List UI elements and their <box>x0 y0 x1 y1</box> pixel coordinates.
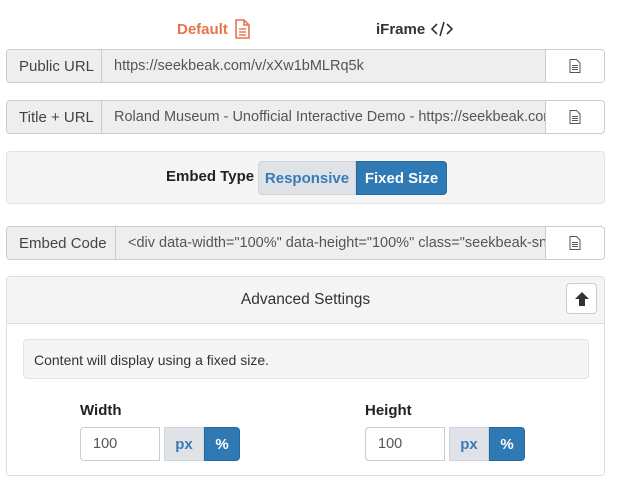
tab-iframe[interactable]: iFrame <box>376 16 454 42</box>
copy-embed-code-button[interactable] <box>545 227 604 259</box>
advanced-settings-header: Advanced Settings <box>7 277 604 324</box>
height-input[interactable]: 100 <box>365 427 445 461</box>
embed-type-fixed-size-button[interactable]: Fixed Size <box>356 161 447 195</box>
collapse-advanced-button[interactable] <box>566 283 597 314</box>
arrow-up-icon <box>574 291 589 306</box>
title-url-group: Title + URL Roland Museum - Unofficial I… <box>6 100 605 134</box>
embed-code-label: Embed Code <box>7 227 116 259</box>
public-url-field[interactable]: https://seekbeak.com/v/xXw1bMLRq5k <box>102 50 545 82</box>
tab-default-label: Default <box>177 20 228 38</box>
tab-iframe-label: iFrame <box>376 20 426 38</box>
height-px-button[interactable]: px <box>449 427 489 461</box>
advanced-settings-panel: Advanced Settings Content will display u… <box>6 276 605 476</box>
title-url-field[interactable]: Roland Museum - Unofficial Interactive D… <box>102 101 545 133</box>
embed-tabs: Default iFrame <box>0 16 622 42</box>
embed-code-field[interactable]: <div data-width="100%" data-height="100%… <box>116 227 545 259</box>
width-px-button[interactable]: px <box>164 427 204 461</box>
copy-public-url-button[interactable] <box>545 50 604 82</box>
public-url-group: Public URL https://seekbeak.com/v/xXw1bM… <box>6 49 605 83</box>
fixed-size-notice: Content will display using a fixed size. <box>23 339 589 379</box>
advanced-settings-title: Advanced Settings <box>240 291 371 308</box>
public-url-label: Public URL <box>7 50 102 82</box>
width-input[interactable]: 100 <box>80 427 160 461</box>
code-icon <box>431 21 454 37</box>
document-icon <box>569 59 581 73</box>
embed-type-panel: Embed Type Responsive Fixed Size <box>6 151 605 204</box>
tab-default[interactable]: Default <box>177 16 250 42</box>
document-icon <box>235 19 250 39</box>
width-label: Width <box>80 402 122 419</box>
document-icon <box>569 110 581 124</box>
copy-title-url-button[interactable] <box>545 101 604 133</box>
height-label: Height <box>365 402 412 419</box>
document-icon <box>569 236 581 250</box>
width-percent-button[interactable]: % <box>204 427 240 461</box>
embed-type-responsive-button[interactable]: Responsive <box>258 161 356 195</box>
embed-code-group: Embed Code <div data-width="100%" data-h… <box>6 226 605 260</box>
embed-type-label: Embed Type <box>166 168 255 185</box>
title-url-label: Title + URL <box>7 101 102 133</box>
height-percent-button[interactable]: % <box>489 427 525 461</box>
